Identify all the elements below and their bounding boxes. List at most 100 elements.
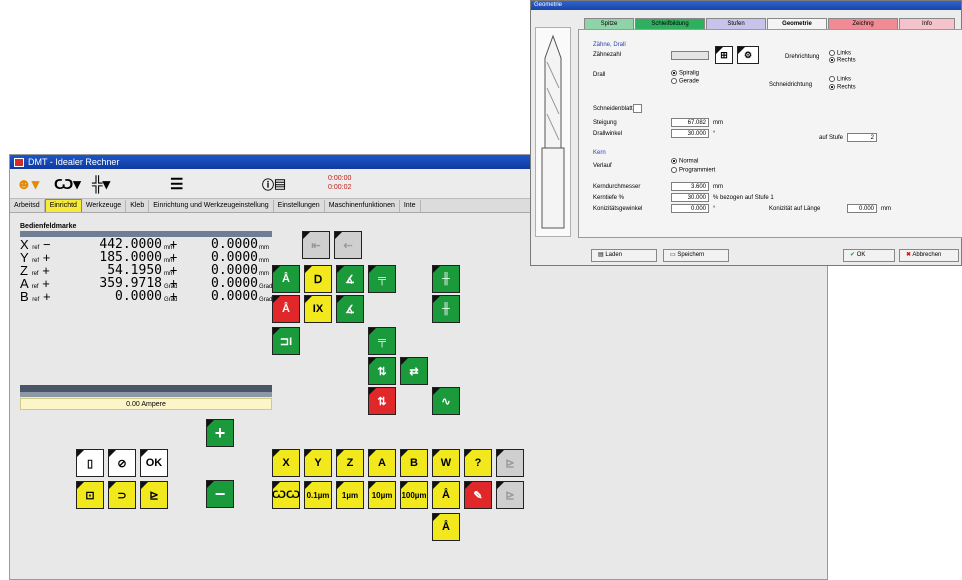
info-chart-icon[interactable]: ⓘ▤ — [262, 173, 286, 195]
gear-icon-button[interactable]: ⚙ — [737, 46, 759, 64]
measure-angle-button[interactable]: ∡ — [336, 265, 364, 293]
holder-button[interactable]: ╤ — [368, 265, 396, 293]
ix-button[interactable]: IX — [304, 295, 332, 323]
dtab-zeichng[interactable]: Zeichng — [828, 18, 898, 29]
dtab-info[interactable]: Info — [899, 18, 955, 29]
tab-arbeitsd[interactable]: Arbeitsd — [10, 199, 45, 212]
tab-einstellungen[interactable]: Einstellungen — [274, 199, 325, 212]
radio-drehrichtung-rechts[interactable]: Rechts — [829, 57, 856, 64]
steigung-field[interactable]: 67.082 — [671, 118, 709, 127]
probe-d-button[interactable]: Ⅾ — [304, 265, 332, 293]
tab-werkzeuge[interactable]: Werkzeuge — [82, 199, 127, 212]
arrow-left-button[interactable]: ⇤ — [302, 231, 330, 259]
stufe-field[interactable]: 2 — [847, 133, 877, 142]
drallwinkel-field[interactable]: 30.000 — [671, 129, 709, 138]
laden-button[interactable]: ▤ Laden — [591, 249, 657, 262]
zahnezahl-field[interactable] — [671, 51, 709, 60]
dtab-schleifbildung[interactable]: Schleifbildung — [635, 18, 705, 29]
konik-laenge-field[interactable]: 0.000 — [847, 204, 877, 213]
step-1um-button[interactable]: 1µm — [336, 481, 364, 509]
label-konik-laenge: Konizität auf Länge — [769, 206, 821, 212]
minus-button[interactable]: − — [206, 480, 234, 508]
dispense-button[interactable]: ⊵ — [140, 481, 168, 509]
help-button[interactable]: ? — [464, 449, 492, 477]
tab-inte[interactable]: Inte — [400, 199, 421, 212]
axis-b-button[interactable]: B — [400, 449, 428, 477]
radio-normal[interactable]: Normal — [671, 158, 698, 165]
kerndurch-field[interactable]: 3.600 — [671, 182, 709, 191]
return-button[interactable]: ⊃ — [108, 481, 136, 509]
dtab-stufen[interactable]: Stufen — [706, 18, 766, 29]
tool-red-button[interactable]: ⇅ — [368, 387, 396, 415]
override-value: 0.00 Ampere — [20, 398, 272, 410]
machine-icon[interactable]: ╬▾ — [92, 173, 110, 195]
probe-step-button[interactable]: Å — [432, 481, 460, 509]
timer-2: 0:00:02 — [328, 184, 352, 191]
dialog-title: Geometrie — [531, 1, 961, 10]
axis-w-button[interactable]: W — [432, 449, 460, 477]
plus-button[interactable]: + — [206, 419, 234, 447]
ok-button[interactable]: OK — [140, 449, 168, 477]
door-button[interactable]: ▯ — [76, 449, 104, 477]
abbrechen-button[interactable]: ✖ Abbrechen — [899, 249, 959, 262]
radio-gerade[interactable]: Gerade — [671, 78, 699, 85]
align-button[interactable]: ⊡ — [76, 481, 104, 509]
drill-button[interactable]: ⊐I — [272, 327, 300, 355]
step-10um-button[interactable]: 10µm — [368, 481, 396, 509]
radio-drehrichtung-links[interactable]: Links — [829, 50, 851, 57]
tab-kleb[interactable]: Kleb — [126, 199, 150, 212]
step-0-1um-button[interactable]: 0.1µm — [304, 481, 332, 509]
radio-schneid-rechts[interactable]: Rechts — [829, 84, 856, 91]
tab-einrichtd[interactable]: Einrichtd — [44, 199, 82, 212]
axis-z-button[interactable]: Z — [336, 449, 364, 477]
timer-1: 0:00:00 — [328, 175, 352, 182]
timer-display: 0:00:00 0:00:02 — [328, 174, 351, 192]
eraser-button[interactable]: ✎ — [464, 481, 492, 509]
continuous-step-button[interactable]: ѠѠ — [272, 481, 300, 509]
fixture-2-button[interactable]: ╫ — [432, 295, 460, 323]
wave-button[interactable]: ∿ — [432, 387, 460, 415]
wave-tool-icon[interactable]: Ѡ▾ — [54, 173, 81, 195]
tool-change-button[interactable]: ⇅ — [368, 357, 396, 385]
label-konizitaet: Konizitätsgewinkel — [593, 206, 643, 212]
speichern-button[interactable]: ▭ Speichern — [663, 249, 729, 262]
probe-extra-button[interactable]: Å — [432, 513, 460, 541]
disabled-button[interactable]: ⊵ — [496, 449, 524, 477]
schneidenblatt-checkbox[interactable] — [633, 104, 642, 113]
tool-swap-button[interactable]: ⇄ — [400, 357, 428, 385]
axis-value: 0.0000 — [115, 289, 162, 304]
label-drehrichtung: Drehrichtung — [785, 54, 820, 60]
radio-schneid-links[interactable]: Links — [829, 76, 851, 83]
tooth-icon-button[interactable]: ⊞ — [715, 46, 733, 64]
label-schneidrichtung: Schneidrichtung — [769, 82, 813, 88]
tab-maschinenfunktionen[interactable]: Maschinenfunktionen — [325, 199, 400, 212]
dtab-geometrie[interactable]: Geometrie — [767, 18, 827, 29]
axis-y-button[interactable]: Y — [304, 449, 332, 477]
disabled-2-button[interactable]: ⊵ — [496, 481, 524, 509]
axis-x-button[interactable]: X — [272, 449, 300, 477]
traffic-light-icon[interactable]: ☰ — [170, 173, 183, 195]
section-kern: Kern — [593, 150, 606, 156]
stop-button[interactable]: ⊘ — [108, 449, 136, 477]
label-verlauf: Verlauf — [593, 163, 612, 169]
app-logo-icon — [14, 157, 24, 167]
konik-field[interactable]: 0.000 — [671, 204, 709, 213]
axis-a-button[interactable]: A — [368, 449, 396, 477]
dtab-spitze[interactable]: Spitze — [584, 18, 634, 29]
tab-einrichtung[interactable]: Einrichtung und Werkzeugeinstellung — [149, 199, 274, 212]
kerndurch-unit: mm — [713, 184, 723, 190]
radio-programmiert[interactable]: Programmiert — [671, 167, 715, 174]
label-kerntiefe: Kerntiefe % — [593, 195, 625, 201]
dialog-ok-button[interactable]: ✔ OK — [843, 249, 895, 262]
person-icon[interactable]: ☻▾ — [16, 173, 39, 195]
probe-a-button[interactable]: Å — [272, 265, 300, 293]
kerntiefe-field[interactable]: 30.000 — [671, 193, 709, 202]
step-100um-button[interactable]: 100µm — [400, 481, 428, 509]
measure-button[interactable]: ∡ — [336, 295, 364, 323]
label-auf-stufe: auf Stufe — [819, 135, 844, 141]
holder-2-button[interactable]: ╤ — [368, 327, 396, 355]
probe-red-button[interactable]: Å — [272, 295, 300, 323]
radio-spiralig[interactable]: Spiralig — [671, 70, 699, 77]
arrow-back-button[interactable]: ⇠ — [334, 231, 362, 259]
fixture-button[interactable]: ╫ — [432, 265, 460, 293]
